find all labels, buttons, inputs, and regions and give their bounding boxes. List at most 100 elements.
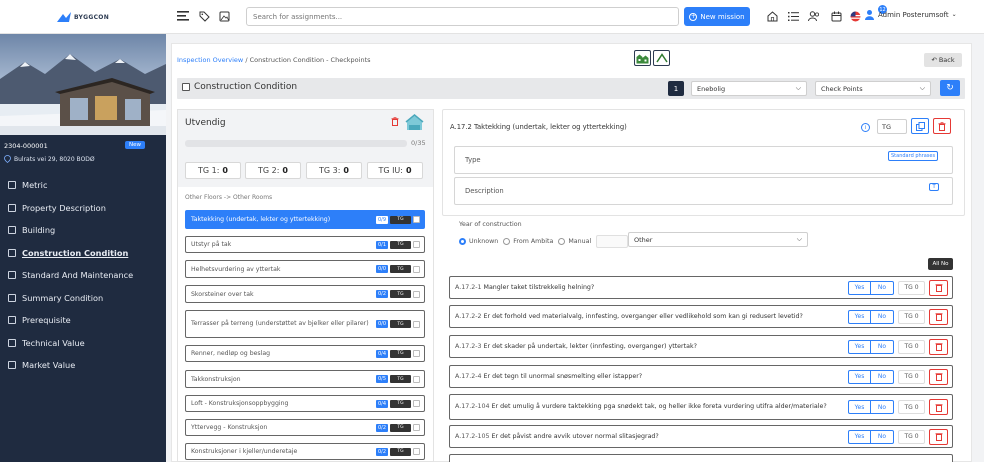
checkbox-icon[interactable] xyxy=(413,424,420,431)
yes-button[interactable]: Yes xyxy=(848,309,871,324)
calendar-icon[interactable] xyxy=(829,9,843,23)
tg-input[interactable]: TG xyxy=(877,119,907,134)
checkbox-icon[interactable] xyxy=(413,320,420,328)
checkpoint-item[interactable]: Taktekking (undertak, lekter og yttertek… xyxy=(185,210,425,229)
sidebar-item-technical-value[interactable]: Technical Value xyxy=(0,332,166,355)
sidebar-item-building[interactable]: Building xyxy=(0,219,166,242)
buildings-icon[interactable] xyxy=(634,50,651,66)
delete-button[interactable] xyxy=(929,279,948,296)
section-number-badge[interactable]: 1 xyxy=(668,81,684,96)
sidebar-item-prerequisite[interactable]: Prerequisite xyxy=(0,309,166,332)
checkbox-icon[interactable] xyxy=(413,265,420,273)
breadcrumb-link-inspection-overview[interactable]: Inspection Overview xyxy=(177,56,243,64)
sidebar-item-construction-condition[interactable]: Construction Condition xyxy=(0,242,166,265)
checkbox-icon[interactable] xyxy=(413,216,420,223)
question-tg[interactable]: TG 0 xyxy=(898,369,925,384)
yes-button[interactable]: Yes xyxy=(848,429,871,444)
trash-icon xyxy=(935,373,942,381)
list-icon[interactable] xyxy=(786,9,800,23)
yes-button[interactable]: Yes xyxy=(848,369,871,384)
user-menu[interactable]: Admin Posterumsoft ⌄ xyxy=(864,9,957,20)
users-icon[interactable] xyxy=(807,9,821,23)
checkbox-icon[interactable] xyxy=(413,448,420,455)
sidebar-item-metric[interactable]: Metric xyxy=(0,174,166,197)
question-row: A.17.2-2 Er det forhold ved materialvalg… xyxy=(449,305,953,328)
back-arrow-icon: ↶ xyxy=(931,56,937,64)
sidebar-item-label: Technical Value xyxy=(22,337,85,348)
type-textarea[interactable]: Type xyxy=(454,146,953,174)
refresh-button[interactable]: ↻ xyxy=(940,80,960,96)
delete-button[interactable] xyxy=(929,428,948,445)
home-icon[interactable] xyxy=(765,9,779,23)
view-select[interactable]: Check Points ⌵ xyxy=(815,81,931,96)
delete-button[interactable] xyxy=(929,368,948,385)
all-no-button[interactable]: All No xyxy=(928,258,953,270)
radio-manual[interactable] xyxy=(558,238,566,245)
checkbox-icon[interactable] xyxy=(413,290,420,298)
logo[interactable]: BYGGCON xyxy=(0,0,166,34)
sidebar-item-summary-condition[interactable]: Summary Condition xyxy=(0,287,166,310)
image-icon[interactable] xyxy=(217,9,231,23)
radio-from-ambita[interactable] xyxy=(503,238,511,245)
checkbox-icon[interactable] xyxy=(182,83,190,91)
year-of-construction-label: Year of construction xyxy=(459,221,522,228)
search-input[interactable] xyxy=(246,7,679,26)
checkpoint-item[interactable]: Takkonstruksjon 0/5 TG xyxy=(185,370,425,388)
logo-icon xyxy=(56,12,71,22)
other-select[interactable]: Other ⌵ xyxy=(628,232,808,247)
copy-button[interactable] xyxy=(911,118,929,134)
checkbox-icon xyxy=(8,361,16,370)
question-tg[interactable]: TG 0 xyxy=(898,429,925,444)
delete-button[interactable] xyxy=(929,338,948,355)
manual-year-input[interactable] xyxy=(596,235,629,248)
tg3-counter: TG 3: 0 xyxy=(306,162,362,179)
checkbox-icon[interactable] xyxy=(413,350,420,357)
sidebar-item-market-value[interactable]: Market Value xyxy=(0,354,166,377)
sidebar-item-standard-and-maintenance[interactable]: Standard And Maintenance xyxy=(0,264,166,287)
tag-icon[interactable] xyxy=(197,9,211,23)
no-button[interactable]: No xyxy=(871,400,894,414)
checkpoint-item[interactable]: Helhetsvurdering av yttertak 0/0 TG xyxy=(185,260,425,278)
chevron-down-icon: ⌵ xyxy=(796,235,802,243)
roof-icon[interactable] xyxy=(653,50,670,66)
no-button[interactable]: No xyxy=(871,339,894,354)
delete-button[interactable] xyxy=(933,118,951,134)
back-button[interactable]: ↶ Back xyxy=(924,53,962,67)
flag-us-icon[interactable] xyxy=(848,9,862,23)
checkbox-icon[interactable] xyxy=(413,400,420,407)
sidebar-item-property-description[interactable]: Property Description xyxy=(0,197,166,220)
yes-button[interactable]: Yes xyxy=(848,400,871,414)
checkpoint-item[interactable]: Terrasser på terreng (understøttet av bj… xyxy=(185,310,425,338)
menu-icon[interactable] xyxy=(176,9,190,23)
sidebar: 2304-000001 New Bulrats vei 29, 8020 BOD… xyxy=(0,34,166,462)
no-button[interactable]: No xyxy=(871,280,894,295)
trash-icon[interactable] xyxy=(391,117,399,129)
checkpoint-item[interactable]: Utstyr på tak 0/1 TG xyxy=(185,236,425,253)
question-tg[interactable]: TG 0 xyxy=(898,339,925,354)
new-mission-button[interactable]: + New mission xyxy=(684,7,750,26)
checkpoint-item[interactable]: Loft - Konstruksjonsoppbygging 0/4 TG xyxy=(185,395,425,412)
no-button[interactable]: No xyxy=(871,369,894,384)
delete-button[interactable] xyxy=(929,308,948,325)
checkpoint-item[interactable]: Skorsteiner over tak 0/2 TG xyxy=(185,285,425,303)
description-textarea[interactable]: Description xyxy=(454,177,953,205)
building-type-select[interactable]: Enebolig ⌵ xyxy=(691,81,807,96)
yes-button[interactable]: Yes xyxy=(848,339,871,354)
checkbox-icon[interactable] xyxy=(413,375,420,383)
checkpoint-count: 0/4 xyxy=(375,399,388,408)
checkpoint-item[interactable]: Renner, nedløp og beslag 0/4 TG xyxy=(185,345,425,362)
question-tg[interactable]: TG 0 xyxy=(898,400,925,414)
standard-phrases-button[interactable]: Standard phrases xyxy=(888,151,939,161)
delete-button[interactable] xyxy=(929,399,948,415)
question-tg[interactable]: TG 0 xyxy=(898,280,925,295)
checkpoint-item[interactable]: Konstruksjoner i kjeller/underetaje 0/2 T… xyxy=(185,443,425,460)
question-tg[interactable]: TG 0 xyxy=(898,309,925,324)
no-button[interactable]: No xyxy=(871,309,894,324)
checkbox-icon[interactable] xyxy=(413,241,420,248)
yes-button[interactable]: Yes xyxy=(848,280,871,295)
no-button[interactable]: No xyxy=(871,429,894,444)
info-icon[interactable]: i xyxy=(861,123,870,132)
checkpoint-item[interactable]: Yttervegg - Konstruksjon 0/2 TG xyxy=(185,419,425,436)
radio-unknown[interactable] xyxy=(459,238,466,245)
text-format-icon[interactable]: T xyxy=(929,183,939,191)
